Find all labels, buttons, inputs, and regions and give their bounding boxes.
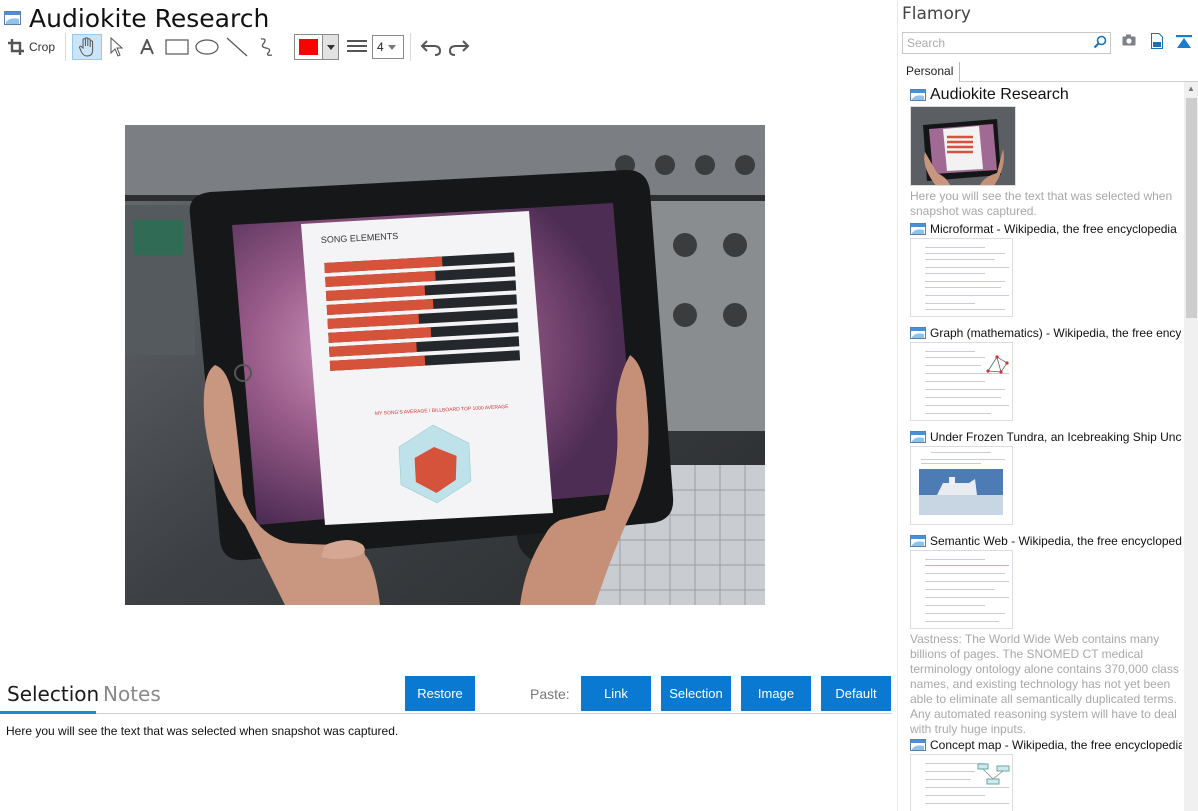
line-width-select[interactable]: 4 <box>372 35 405 59</box>
paste-label: Paste: <box>530 686 570 702</box>
feed-item-title: Graph (mathematics) - Wikipedia, the fre… <box>930 326 1182 340</box>
collapse-up-icon[interactable] <box>1176 35 1192 49</box>
freehand-icon <box>260 38 273 56</box>
active-tab-indicator <box>0 711 96 714</box>
feed-thumbnail <box>910 342 1013 421</box>
selection-text: Here you will see the text that was sele… <box>6 724 399 738</box>
feed-thumbnail <box>910 446 1013 525</box>
annotation-toolbar: Crop 4 <box>4 33 504 61</box>
color-swatch <box>295 35 323 59</box>
web-page-icon <box>4 11 21 25</box>
crop-label: Crop <box>29 40 56 54</box>
color-picker[interactable] <box>294 34 340 60</box>
feed-item[interactable]: Semantic Web - Wikipedia, the free encyc… <box>910 534 1182 737</box>
crop-icon <box>8 39 24 55</box>
search-placeholder: Search <box>907 36 946 50</box>
pointer-icon <box>110 37 124 57</box>
web-page-icon <box>910 327 926 339</box>
search-input[interactable]: Search <box>902 32 1111 54</box>
search-icon[interactable] <box>1093 35 1107 49</box>
feed-item[interactable]: Graph (mathematics) - Wikipedia, the fre… <box>910 326 1182 421</box>
undo-icon <box>420 40 442 56</box>
select-tool-button[interactable] <box>102 34 132 60</box>
web-page-icon <box>910 431 926 443</box>
tab-personal[interactable]: Personal <box>902 62 960 82</box>
line-width-icon <box>345 34 369 60</box>
tablet-photo: SONG ELEMENTS MY SONG'S AVERAGE / BILLBO… <box>125 125 765 605</box>
web-page-icon <box>910 89 926 101</box>
feed-item-excerpt: Here you will see the text that was sele… <box>910 189 1173 218</box>
feed-item[interactable]: Audiokite Research Here you will see the… <box>910 86 1182 219</box>
web-page-icon <box>910 739 926 751</box>
snapshot-image: SONG ELEMENTS MY SONG'S AVERAGE / BILLBO… <box>125 125 765 605</box>
feed-item-header: Microformat - Wikipedia, the free encycl… <box>910 222 1182 236</box>
document-title: Audiokite Research <box>29 3 270 33</box>
rectangle-icon <box>165 39 189 55</box>
color-dropdown-arrow <box>322 35 339 59</box>
snapshot-feed: Audiokite Research Here you will see the… <box>898 82 1184 811</box>
undo-button[interactable] <box>417 34 445 60</box>
chevron-down-icon <box>326 44 335 50</box>
feed-item-title: Concept map - Wikipedia, the free encycl… <box>930 738 1182 752</box>
toolbar-divider <box>410 33 412 61</box>
feed-item-excerpt: Vastness: The World Wide Web contains ma… <box>910 632 1179 736</box>
web-page-icon <box>910 535 926 547</box>
feed-thumbnail <box>910 754 1013 811</box>
feed-item-header: Semantic Web - Wikipedia, the free encyc… <box>910 534 1182 548</box>
hand-icon <box>79 37 94 57</box>
pan-tool-button[interactable] <box>72 34 103 60</box>
crop-button[interactable]: Crop <box>4 34 59 60</box>
scroll-up-icon[interactable]: ▲ <box>1187 84 1195 93</box>
text-tool-button[interactable] <box>132 34 162 60</box>
feed-thumbnail <box>910 550 1013 629</box>
ellipse-tool-button[interactable] <box>192 34 222 60</box>
editor-pane: Audiokite Research Crop 4 SONG ELEMENTS … <box>0 0 892 811</box>
feed-item[interactable]: Under Frozen Tundra, an Icebreaking Ship… <box>910 430 1182 525</box>
stroke-color <box>299 39 319 55</box>
feed-item-title: Audiokite Research <box>930 86 1069 103</box>
feed-item-title: Semantic Web - Wikipedia, the free encyc… <box>930 534 1182 548</box>
text-icon <box>140 39 154 55</box>
rectangle-tool-button[interactable] <box>162 34 192 60</box>
flamory-sidebar: Flamory Search Personal Audiokite Resear… <box>897 0 1198 811</box>
feed-item[interactable]: Concept map - Wikipedia, the free encycl… <box>910 738 1182 811</box>
toolbar-divider <box>65 33 67 61</box>
feed-scrollbar-thumb[interactable] <box>1186 98 1197 318</box>
paste-link-button[interactable]: Link <box>581 676 651 711</box>
freehand-tool-button[interactable] <box>252 34 282 60</box>
feed-item-header: Audiokite Research <box>910 86 1182 104</box>
line-tool-button[interactable] <box>222 34 252 60</box>
document-icon[interactable] <box>1151 33 1163 49</box>
camera-icon[interactable] <box>1122 34 1136 46</box>
paste-default-button[interactable]: Default <box>821 676 891 711</box>
web-page-icon <box>910 223 926 235</box>
tab-notes[interactable]: Notes <box>103 682 161 706</box>
redo-icon <box>449 40 470 56</box>
paste-selection-button[interactable]: Selection <box>661 676 731 711</box>
feed-item-header: Under Frozen Tundra, an Icebreaking Ship… <box>910 430 1182 444</box>
tab-selection[interactable]: Selection <box>7 682 99 706</box>
chevron-down-icon <box>387 44 396 50</box>
redo-button[interactable] <box>445 34 473 60</box>
line-icon <box>226 37 248 57</box>
app-title: Flamory <box>902 4 971 24</box>
feed-item-title: Under Frozen Tundra, an Icebreaking Ship… <box>930 430 1182 444</box>
restore-button[interactable]: Restore <box>405 676 475 711</box>
feed-thumbnail <box>910 238 1013 317</box>
ellipse-icon <box>195 39 219 55</box>
feed-item-title: Microformat - Wikipedia, the free encycl… <box>930 222 1177 236</box>
feed-item-header: Graph (mathematics) - Wikipedia, the fre… <box>910 326 1182 340</box>
paste-image-button[interactable]: Image <box>741 676 811 711</box>
line-width-value: 4 <box>377 40 384 54</box>
feed-thumbnail <box>910 106 1016 186</box>
document-header: Audiokite Research <box>4 2 269 34</box>
feed-item[interactable]: Microformat - Wikipedia, the free encycl… <box>910 222 1182 317</box>
feed-item-header: Concept map - Wikipedia, the free encycl… <box>910 738 1182 752</box>
